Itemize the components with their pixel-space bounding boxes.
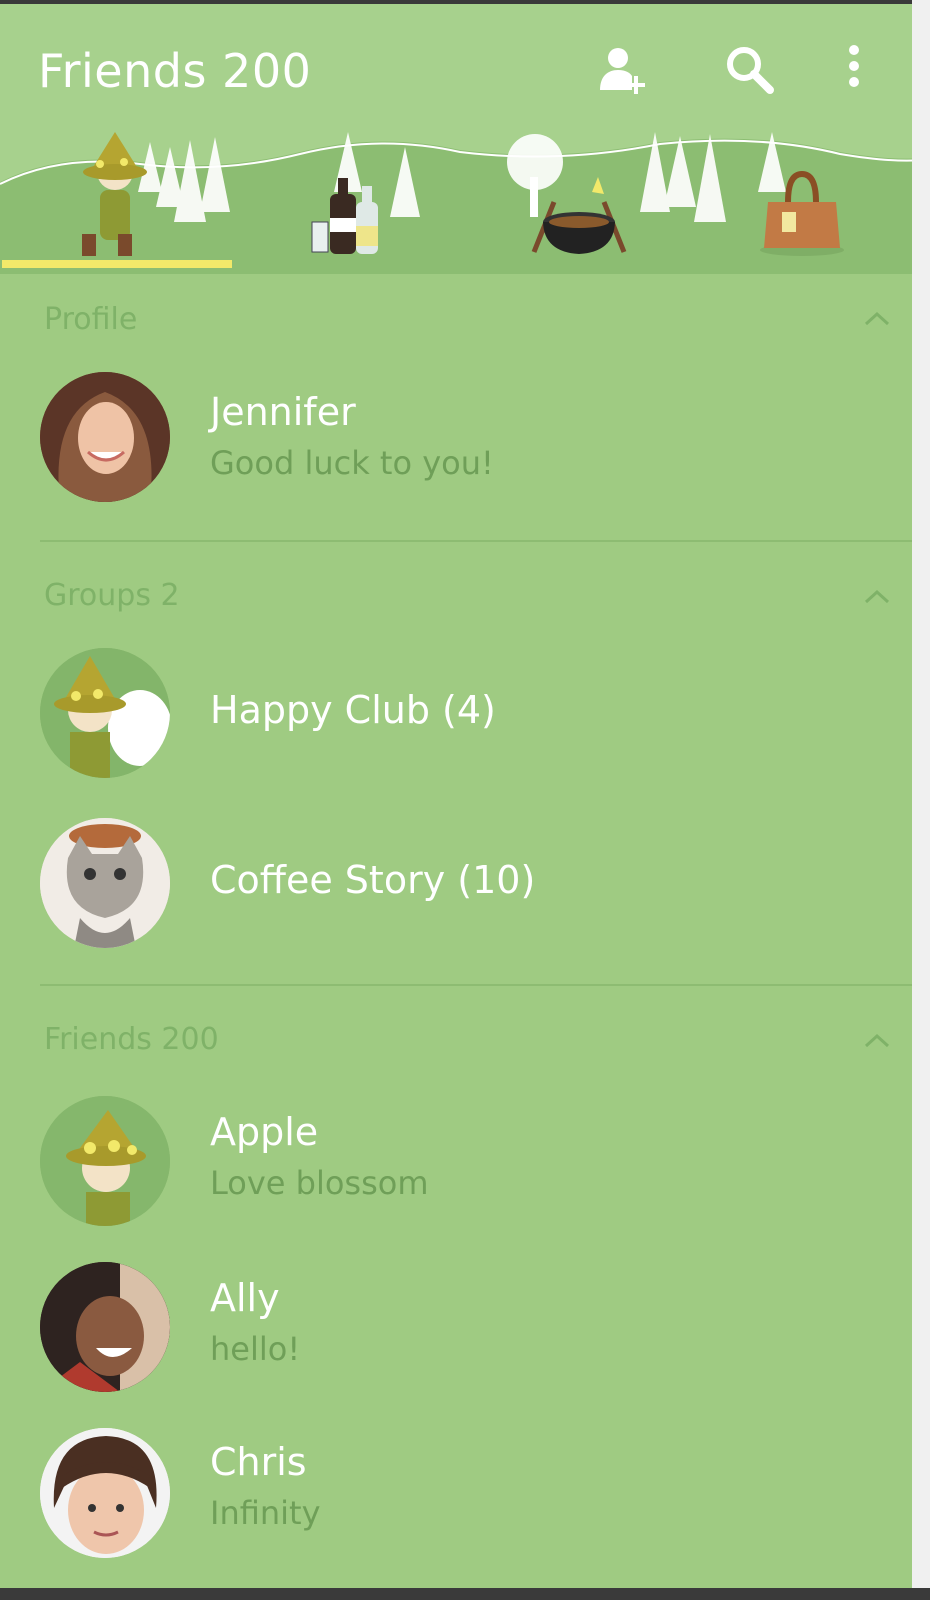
friend-name: Apple (210, 1110, 319, 1154)
header: Friends 200 (0, 4, 930, 274)
chevron-up-icon[interactable] (862, 1030, 892, 1050)
avatar[interactable] (40, 648, 170, 778)
right-edge (912, 0, 930, 1600)
tab-bar (0, 122, 930, 274)
section-header-profile: Profile (44, 302, 138, 337)
bottom-border (0, 1588, 930, 1600)
tab-bag[interactable] (696, 122, 928, 274)
tab-character[interactable] (0, 122, 232, 274)
profile-status: Good luck to you! (210, 444, 494, 482)
tab-cooking-pot[interactable] (464, 122, 696, 274)
chevron-up-icon[interactable] (862, 586, 892, 606)
friend-row-apple[interactable]: Apple Love blossom (0, 1096, 930, 1226)
friend-name: Ally (210, 1276, 280, 1320)
add-friend-icon[interactable] (596, 42, 652, 98)
avatar[interactable] (40, 372, 170, 502)
divider (40, 540, 930, 542)
app-window: Friends 200 Profile Jennifer Good luck t… (0, 0, 930, 1600)
search-icon[interactable] (722, 42, 778, 98)
avatar[interactable] (40, 1428, 170, 1558)
friend-row-ally[interactable]: Ally hello! (0, 1262, 930, 1392)
chevron-up-icon[interactable] (862, 308, 892, 328)
more-vertical-icon[interactable] (846, 42, 902, 98)
friend-status: Love blossom (210, 1164, 429, 1202)
friend-row-chris[interactable]: Chris Infinity (0, 1428, 930, 1558)
profile-row[interactable]: Jennifer Good luck to you! (0, 370, 930, 510)
group-row-happy-club[interactable]: Happy Club (4) (0, 648, 930, 778)
avatar[interactable] (40, 1096, 170, 1226)
page-title: Friends 200 (38, 44, 312, 98)
tab-bottles[interactable] (232, 122, 464, 274)
friend-status: Infinity (210, 1494, 321, 1532)
section-header-friends: Friends 200 (44, 1022, 219, 1057)
group-name: Coffee Story (10) (210, 858, 536, 902)
profile-name: Jennifer (210, 390, 356, 434)
friend-status: hello! (210, 1330, 301, 1368)
section-header-groups: Groups 2 (44, 578, 180, 613)
group-row-coffee-story[interactable]: Coffee Story (10) (0, 818, 930, 948)
divider (40, 984, 930, 986)
friend-name: Chris (210, 1440, 307, 1484)
avatar[interactable] (40, 818, 170, 948)
active-tab-indicator (2, 260, 232, 268)
avatar[interactable] (40, 1262, 170, 1392)
group-name: Happy Club (4) (210, 688, 496, 732)
